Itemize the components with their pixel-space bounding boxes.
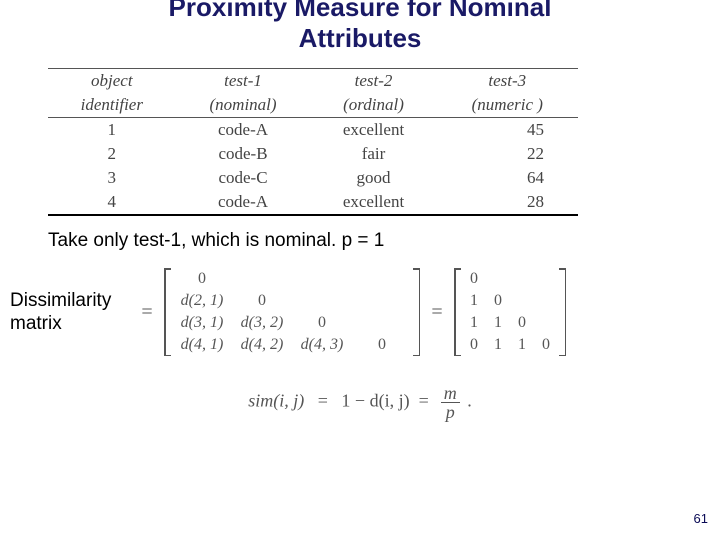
table-row: 1 code-A excellent 45 [48,118,578,143]
title-line-2: Attributes [299,23,422,53]
n20: 1 [462,314,486,332]
title-line-1: Proximity Measure for Nominal [169,0,552,22]
col-sub-object: identifier [48,93,176,118]
m32: d(4, 3) [292,336,352,354]
matrix-label-l2: matrix [10,313,62,334]
matrix-label: Dissimilarity matrix [10,289,134,337]
n11: 0 [486,292,510,310]
matrix-label-l1: Dissimilarity [10,290,111,311]
col-sub-test1: (nominal) [176,93,311,118]
m21: d(3, 2) [232,314,292,332]
sim-mid: 1 − d(i, j) [341,391,409,411]
col-header-object: object [48,69,176,94]
cell-t3: 45 [437,118,578,143]
slide-title: Proximity Measure for Nominal Attributes [0,0,720,54]
cell-t2: fair [310,142,436,166]
numeric-matrix: 0 10 110 0110 [450,268,570,356]
equals-sign-1: = [134,301,160,324]
data-table: object test-1 test-2 test-3 identifier (… [48,68,578,216]
cell-t1: code-A [176,190,311,215]
m22: 0 [292,314,352,332]
table-row: 4 code-A excellent 28 [48,190,578,215]
m30: d(4, 1) [172,336,232,354]
col-header-test3: test-3 [437,69,578,94]
left-bracket-icon [160,268,172,356]
cell-t3: 22 [437,142,578,166]
m11: 0 [232,292,292,310]
frac-top: m [441,384,460,403]
m20: d(3, 1) [172,314,232,332]
n21: 1 [486,314,510,332]
n32: 1 [510,336,534,354]
m31: d(4, 2) [232,336,292,354]
m10: d(2, 1) [172,292,232,310]
cell-id: 4 [48,190,176,215]
frac-bot: p [441,403,460,421]
col-header-test1: test-1 [176,69,311,94]
left-bracket-icon [450,268,462,356]
col-header-test2: test-2 [310,69,436,94]
page-number: 61 [694,511,708,526]
caption-text: Take only test-1, which is nominal. p = … [48,230,720,252]
cell-t2: excellent [310,190,436,215]
n31: 1 [486,336,510,354]
sim-dot: . [467,391,472,411]
sim-lhs: sim(i, j) [248,391,304,411]
n30: 0 [462,336,486,354]
cell-id: 1 [48,118,176,143]
n22: 0 [510,314,534,332]
col-sub-test2: (ordinal) [310,93,436,118]
matrix-row: Dissimilarity matrix = 0 d(2, 1)0 d(3, 1… [10,268,720,356]
cell-id: 2 [48,142,176,166]
table-row: 3 code-C good 64 [48,166,578,190]
cell-t3: 64 [437,166,578,190]
cell-t2: good [310,166,436,190]
table-row: 2 code-B fair 22 [48,142,578,166]
fraction-icon: m p [441,384,460,421]
right-bracket-icon [558,268,570,356]
cell-id: 3 [48,166,176,190]
equals-sign-2: = [424,301,450,324]
m00: 0 [172,270,232,288]
n10: 1 [462,292,486,310]
cell-t1: code-C [176,166,311,190]
data-table-wrap: object test-1 test-2 test-3 identifier (… [48,68,680,216]
col-sub-test3: (numeric ) [437,93,578,118]
symbolic-matrix: 0 d(2, 1)0 d(3, 1)d(3, 2)0 d(4, 1)d(4, 2… [160,268,424,356]
cell-t1: code-B [176,142,311,166]
similarity-formula: sim(i, j) = 1 − d(i, j) = m p . [0,384,720,421]
n00: 0 [462,270,486,288]
cell-t1: code-A [176,118,311,143]
m33: 0 [352,336,412,354]
n33: 0 [534,336,558,354]
cell-t3: 28 [437,190,578,215]
right-bracket-icon [412,268,424,356]
cell-t2: excellent [310,118,436,143]
